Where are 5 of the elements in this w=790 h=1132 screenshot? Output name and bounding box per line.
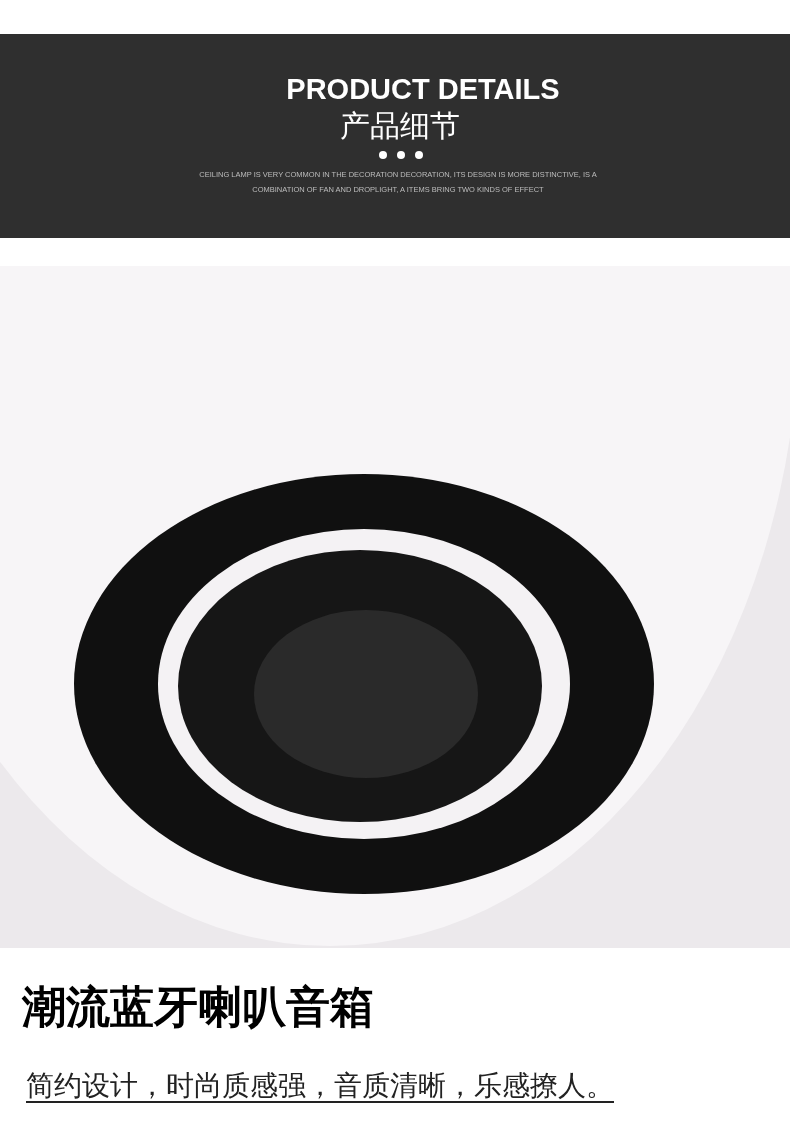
banner-title: PRODUCT DETAILS bbox=[286, 72, 560, 106]
feature-caption: 简约设计，时尚质感强，音质清晰，乐感撩人。 bbox=[26, 1069, 615, 1103]
feature-title: 潮流蓝牙喇叭音箱 bbox=[22, 981, 375, 1033]
banner-subtitle: 产品细节 bbox=[340, 108, 460, 144]
dots-icon bbox=[378, 150, 424, 160]
